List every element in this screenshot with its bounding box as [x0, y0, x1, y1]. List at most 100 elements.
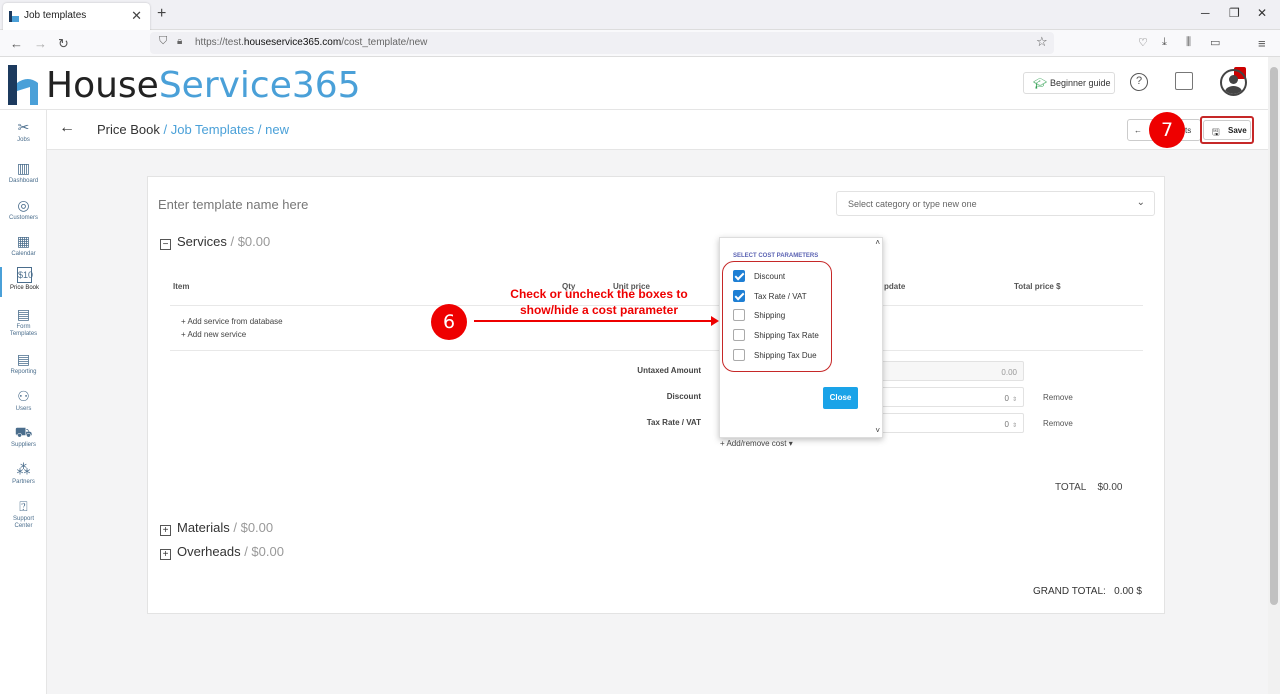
scroll-down-icon[interactable]: ˅ — [875, 426, 880, 435]
sidebar-item-label: Price Book — [9, 285, 39, 291]
beginner-guide-button[interactable]: 🎓︎ Beginner guide — [1023, 72, 1115, 94]
breadcrumb: Price Book / Job Templates / new — [97, 122, 289, 137]
services-section-header[interactable]: − Services / $0.00 — [160, 234, 270, 250]
url-path: /cost_template/new — [341, 37, 428, 48]
users-icon: ⚇ — [17, 388, 30, 404]
template-card: Enter template name here Select category… — [147, 176, 1165, 614]
breadcrumb-current[interactable]: / Job Templates / new — [160, 122, 289, 137]
sidebar-item-reporting[interactable]: ▤ Reporting — [0, 350, 47, 376]
sidebar-item-dashboard[interactable]: ▥ Dashboard — [0, 159, 47, 185]
calendar-icon: ▦ — [16, 233, 31, 249]
breadcrumb-price-book[interactable]: Price Book — [97, 122, 160, 137]
browser-tab[interactable]: Job templates ✕ — [3, 3, 150, 30]
report-icon: ▤ — [16, 351, 31, 367]
materials-label: Materials — [177, 520, 230, 535]
tax-rate-value: 0 — [1004, 420, 1009, 429]
discount-input[interactable]: 0 ⇕ — [874, 387, 1024, 407]
annotation-arrow — [474, 320, 714, 322]
tools-icon: ✂ — [17, 119, 30, 135]
sidebar: ✂ Jobs ▥ Dashboard ◎ Customers ▦ Calendar $1… — [0, 110, 47, 694]
price-tag-icon: $10 — [17, 267, 33, 283]
back-icon[interactable]: ← — [10, 36, 23, 51]
category-placeholder: Select category or type new one — [848, 199, 977, 209]
restore-icon[interactable]: ❐ — [1229, 6, 1240, 20]
stepper-icon[interactable]: ⇕ — [1012, 423, 1017, 429]
new-tab-button[interactable]: + — [157, 5, 166, 23]
tab-close-icon[interactable]: ✕ — [131, 8, 142, 24]
scroll-up-icon[interactable]: ˄ — [875, 238, 880, 247]
sidebar-item-customers[interactable]: ◎ Customers — [0, 196, 47, 222]
sidebar-item-form-templates[interactable]: ▤ Form Templates — [0, 305, 47, 338]
popup-header: SELECT COST PARAMETERS — [733, 253, 819, 259]
tax-rate-label: Tax Rate / VAT — [646, 418, 701, 427]
template-name-input[interactable]: Enter template name here — [158, 197, 308, 212]
total-row: TOTAL $0.00 — [1055, 482, 1122, 493]
scrollbar-thumb[interactable] — [1270, 67, 1278, 605]
sidebar-item-label: Customers — [8, 215, 38, 221]
folder-icon[interactable] — [1175, 72, 1193, 90]
sidebar-item-label: Calendar — [11, 251, 36, 257]
sidebar-toggle-icon[interactable]: ▭ — [1210, 36, 1220, 49]
menu-icon[interactable]: ≡ — [1258, 36, 1266, 51]
total-value: $0.00 — [1097, 482, 1123, 493]
sidebar-item-support-center[interactable]: ⍰ Support Center — [0, 497, 47, 530]
close-button[interactable]: Close — [823, 387, 858, 409]
page-scrollbar[interactable] — [1268, 57, 1280, 694]
library-icon[interactable]: ⫼ — [1186, 36, 1191, 49]
network-icon: ⁂ — [16, 461, 31, 477]
sidebar-item-label: Jobs — [17, 137, 30, 143]
remove-discount-link[interactable]: Remove — [1043, 393, 1073, 402]
untaxed-amount-field: 0.00 — [874, 361, 1024, 381]
sidebar-item-price-book[interactable]: $10 Price Book — [0, 267, 47, 297]
remove-tax-link[interactable]: Remove — [1043, 419, 1073, 428]
chart-icon: ▥ — [16, 160, 31, 176]
help-icon: ⍰ — [19, 498, 28, 514]
add-service-from-database-link[interactable]: + Add service from database — [181, 317, 283, 326]
url-prefix: https://test. — [195, 37, 244, 48]
browser-tab-bar: Job templates ✕ + ─ ❐ ✕ — [0, 0, 1280, 30]
url-domain: houseservice365.com — [243, 37, 342, 48]
tab-title: Job templates — [24, 10, 87, 21]
collapse-icon: − — [160, 239, 171, 250]
materials-section-header[interactable]: + Materials / $0.00 — [160, 520, 273, 536]
pocket-icon[interactable]: ♡ — [1138, 36, 1148, 49]
back-button-label: ts — [1185, 126, 1192, 135]
reload-icon[interactable]: ↻ — [58, 36, 69, 52]
discount-value: 0 — [1004, 394, 1009, 403]
grand-total-label: GRAND TOTAL: — [1033, 586, 1106, 597]
tax-rate-input[interactable]: 0 ⇕ — [874, 413, 1024, 433]
sidebar-item-partners[interactable]: ⁂ Partners — [0, 460, 47, 486]
sidebar-item-label: Users — [15, 406, 32, 412]
download-icon[interactable]: ⤓ — [1162, 36, 1167, 49]
grand-total-row: GRAND TOTAL: 0.00 $ — [1033, 586, 1142, 597]
overheads-label: Overheads — [177, 544, 241, 559]
options-highlight-ring — [722, 261, 832, 372]
user-avatar-icon[interactable] — [1220, 69, 1247, 96]
save-highlight-ring — [1200, 116, 1254, 144]
category-select[interactable]: Select category or type new one ⌄ — [836, 191, 1155, 216]
stepper-icon[interactable]: ⇕ — [1012, 397, 1017, 403]
sidebar-item-label: Dashboard — [8, 178, 39, 184]
help-icon[interactable]: ? — [1130, 73, 1148, 91]
add-remove-cost-link[interactable]: + Add/remove cost ▾ — [720, 439, 793, 448]
add-new-service-link[interactable]: + Add new service — [181, 330, 246, 339]
chevron-down-icon: ⌄ — [1136, 197, 1145, 208]
sidebar-item-jobs[interactable]: ✂ Jobs — [0, 118, 47, 144]
sidebar-item-label: Reporting — [10, 369, 37, 375]
window-close-icon[interactable]: ✕ — [1257, 6, 1267, 20]
materials-amount: / $0.00 — [229, 520, 274, 535]
minimize-icon[interactable]: ─ — [1201, 6, 1210, 20]
sidebar-item-users[interactable]: ⚇ Users — [0, 387, 47, 413]
bookmark-star-icon[interactable]: ☆ — [1036, 34, 1048, 50]
back-arrow-icon[interactable]: ← — [59, 119, 75, 137]
arrow-left-icon: ← — [1134, 126, 1142, 135]
sidebar-item-suppliers[interactable]: ⛟ Suppliers — [0, 423, 47, 449]
forward-icon[interactable]: → — [34, 36, 47, 51]
overheads-section-header[interactable]: + Overheads / $0.00 — [160, 544, 284, 560]
expand-icon: + — [160, 525, 171, 536]
annotation-arrowhead — [711, 316, 719, 326]
sidebar-item-calendar[interactable]: ▦ Calendar — [0, 232, 47, 258]
untaxed-amount-value: 0.00 — [1001, 368, 1017, 377]
address-bar[interactable]: ⛉ 🔒︎ https://test.houseservice365.com/co… — [150, 32, 1054, 54]
step-7-badge: 7 — [1149, 112, 1185, 148]
